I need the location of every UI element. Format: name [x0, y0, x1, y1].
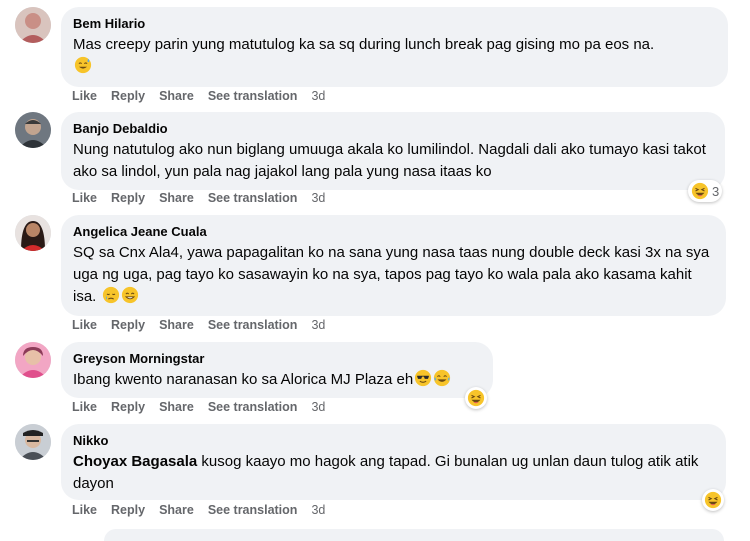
timestamp[interactable]: 3d [311, 503, 325, 517]
reply-button[interactable]: Reply [111, 318, 145, 332]
avatar[interactable] [15, 215, 51, 251]
comment-text: Ibang kwento naranasan ko sa Alorica MJ … [73, 369, 481, 391]
share-button[interactable]: Share [159, 503, 194, 517]
comment-bubble: Nikko Choyax Bagasala kusog kaayo mo hag… [61, 424, 726, 500]
comment-bubble: Banjo Debaldio Nung natutulog ako nun bi… [61, 112, 725, 190]
comment-bubble: Greyson Morningstar Ibang kwento naranas… [61, 342, 493, 398]
tears-of-joy-emoji-icon [433, 369, 451, 387]
see-translation-button[interactable]: See translation [208, 400, 298, 414]
reaction-count: 3 [712, 183, 720, 199]
comment-text: Mas creepy parin yung matutulog ka sa sq… [73, 34, 716, 78]
grin-emoji-icon [121, 286, 139, 304]
reply-button[interactable]: Reply [111, 503, 145, 517]
avatar[interactable] [15, 7, 51, 43]
timestamp[interactable]: 3d [311, 400, 325, 414]
sweat-smile-emoji-icon [74, 56, 92, 74]
like-button[interactable]: Like [72, 318, 97, 332]
avatar[interactable] [15, 342, 51, 378]
see-translation-button[interactable]: See translation [208, 191, 298, 205]
comment-text: Nung natutulog ako nun biglang umuuga ak… [73, 141, 706, 180]
haha-reaction-icon [467, 389, 485, 407]
share-button[interactable]: Share [159, 89, 194, 103]
reaction-summary[interactable] [702, 489, 724, 511]
reply-button[interactable]: Reply [111, 191, 145, 205]
comment-text: SQ sa Cnx Ala4, yawa papagalitan ko na s… [73, 244, 710, 305]
comment-author[interactable]: Greyson Morningstar [73, 350, 481, 367]
mention-link[interactable]: Choyax Bagasala [73, 453, 197, 470]
reaction-summary[interactable]: 3 [688, 180, 723, 202]
haha-reaction-icon [691, 182, 709, 200]
comment-actions: Like Reply Share See translation 3d [72, 503, 325, 517]
next-comment-bubble [104, 529, 724, 541]
crying-emoji-icon [102, 286, 120, 304]
timestamp[interactable]: 3d [311, 89, 325, 103]
avatar[interactable] [15, 112, 51, 148]
timestamp[interactable]: 3d [311, 191, 325, 205]
like-button[interactable]: Like [72, 400, 97, 414]
comment-bubble: Bem Hilario Mas creepy parin yung matutu… [61, 7, 728, 87]
see-translation-button[interactable]: See translation [208, 89, 298, 103]
comment-actions: Like Reply Share See translation 3d [72, 400, 325, 414]
comment-author[interactable]: Banjo Debaldio [73, 120, 713, 137]
comment-bubble: Angelica Jeane Cuala SQ sa Cnx Ala4, yaw… [61, 215, 726, 316]
reply-button[interactable]: Reply [111, 89, 145, 103]
share-button[interactable]: Share [159, 318, 194, 332]
comment-text: Choyax Bagasala kusog kaayo mo hagok ang… [73, 453, 699, 492]
comment-author[interactable]: Bem Hilario [73, 15, 716, 32]
comment-actions: Like Reply Share See translation 3d [72, 89, 325, 103]
comment-author[interactable]: Nikko [73, 432, 714, 449]
comment-author[interactable]: Angelica Jeane Cuala [73, 223, 714, 240]
see-translation-button[interactable]: See translation [208, 503, 298, 517]
timestamp[interactable]: 3d [311, 318, 325, 332]
comment-actions: Like Reply Share See translation 3d [72, 191, 325, 205]
haha-reaction-icon [704, 491, 722, 509]
comment-actions: Like Reply Share See translation 3d [72, 318, 325, 332]
reaction-summary[interactable] [465, 387, 487, 409]
share-button[interactable]: Share [159, 400, 194, 414]
reply-button[interactable]: Reply [111, 400, 145, 414]
like-button[interactable]: Like [72, 89, 97, 103]
like-button[interactable]: Like [72, 503, 97, 517]
like-button[interactable]: Like [72, 191, 97, 205]
see-translation-button[interactable]: See translation [208, 318, 298, 332]
sunglasses-emoji-icon [414, 369, 432, 387]
share-button[interactable]: Share [159, 191, 194, 205]
avatar[interactable] [15, 424, 51, 460]
